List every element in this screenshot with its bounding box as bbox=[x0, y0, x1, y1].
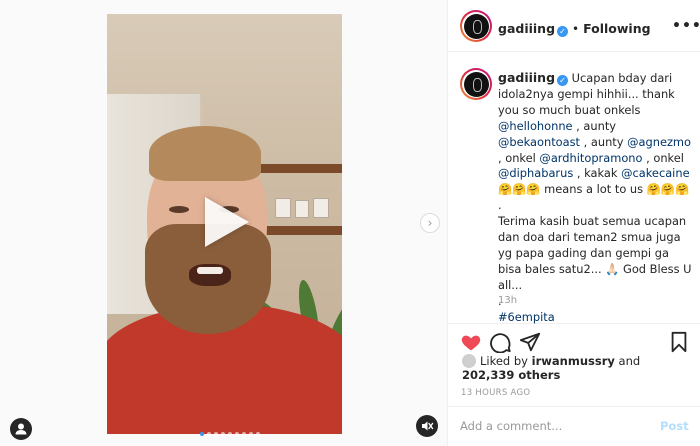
media-column: › bbox=[0, 0, 448, 446]
avatar[interactable] bbox=[460, 10, 492, 42]
shelf bbox=[257, 226, 342, 235]
caption-text-segment: 🤗🤗🤗 means a lot to us 🤗🤗🤗 bbox=[498, 182, 690, 197]
verified-badge-icon: ✓ bbox=[557, 26, 569, 37]
caption-text-segment: . bbox=[498, 198, 502, 213]
shelf bbox=[257, 164, 342, 173]
mute-toggle-button[interactable] bbox=[416, 415, 438, 437]
mention-link[interactable]: @bekaontoast bbox=[498, 135, 580, 149]
username-link[interactable]: gadiiing bbox=[498, 21, 555, 36]
save-button[interactable] bbox=[668, 331, 690, 353]
next-media-button[interactable]: › bbox=[420, 213, 440, 233]
action-bar bbox=[448, 324, 700, 358]
post-details-panel: gadiiing ✓ • Following ••• gadiiing ✓ Ucapan… bbox=[448, 0, 700, 446]
liker-avatar[interactable] bbox=[462, 354, 476, 368]
mention-link[interactable]: @ardhitopramono bbox=[539, 151, 642, 165]
comment-bar: Post bbox=[448, 406, 700, 446]
speaker-muted-icon bbox=[422, 421, 434, 431]
caption-text-segment: , aunty bbox=[580, 134, 628, 149]
caption-text-segment: , onkel bbox=[642, 150, 684, 165]
verified-badge-icon: ✓ bbox=[557, 75, 569, 86]
likes-summary: Liked by irwanmussry and 202,339 others bbox=[462, 354, 692, 382]
hashtag-link[interactable]: #6empita bbox=[498, 310, 555, 324]
carousel-dots bbox=[200, 432, 260, 436]
following-button[interactable]: Following bbox=[583, 21, 650, 36]
avatar[interactable] bbox=[460, 68, 492, 100]
caption-text-segment: Terima kasih buat semua ucapan dan doa d… bbox=[498, 214, 692, 292]
comment-input[interactable] bbox=[460, 419, 650, 433]
more-options-icon[interactable]: ••• bbox=[672, 18, 700, 34]
caption-text-segment: , onkel bbox=[498, 150, 540, 165]
share-button[interactable] bbox=[519, 331, 541, 353]
bookmark-icon bbox=[671, 331, 687, 353]
separator-dot: • bbox=[572, 22, 580, 36]
mention-link[interactable]: @diphabarus bbox=[498, 166, 573, 180]
mention-link[interactable]: @cakecaine bbox=[621, 166, 689, 180]
likes-prefix: Liked by bbox=[480, 354, 532, 368]
mention-link[interactable]: @hellohonne bbox=[498, 119, 573, 133]
user-tag-button[interactable] bbox=[10, 418, 32, 440]
paper-plane-icon bbox=[519, 332, 541, 352]
comment-bubble-icon bbox=[490, 333, 511, 354]
play-icon[interactable] bbox=[205, 197, 249, 247]
user-tag-icon bbox=[15, 423, 27, 435]
photo-frame bbox=[295, 200, 309, 218]
post-comment-button[interactable]: Post bbox=[660, 419, 689, 433]
caption-username-link[interactable]: gadiiing bbox=[498, 70, 555, 85]
caption-text-segment: , aunty bbox=[572, 118, 617, 133]
post-header: gadiiing ✓ • Following ••• bbox=[448, 0, 700, 52]
heart-filled-icon bbox=[461, 335, 481, 351]
caption-text: gadiiing ✓ Ucapan bday dari idola2nya gem… bbox=[498, 70, 693, 326]
photo-frame bbox=[275, 198, 291, 218]
photo-frame bbox=[313, 198, 329, 218]
caption-timestamp[interactable]: 13h bbox=[498, 295, 517, 306]
like-button[interactable] bbox=[460, 331, 482, 353]
likes-joiner: and bbox=[614, 354, 641, 368]
likes-count-link[interactable]: 202,339 others bbox=[462, 368, 560, 382]
comment-button[interactable] bbox=[490, 331, 512, 354]
caption-section: gadiiing ✓ Ucapan bday dari idola2nya gem… bbox=[448, 52, 700, 324]
liker-username-link[interactable]: irwanmussry bbox=[532, 354, 615, 368]
post-timestamp[interactable]: 13 HOURS AGO bbox=[461, 388, 530, 398]
chevron-right-icon: › bbox=[427, 216, 433, 230]
instagram-post-dialog: › gadiiing ✓ • Following ••• gadiiing ✓ … bbox=[0, 0, 700, 446]
caption-text-segment: , kakak bbox=[573, 166, 622, 181]
mention-link[interactable]: @agnezmo bbox=[627, 135, 691, 149]
